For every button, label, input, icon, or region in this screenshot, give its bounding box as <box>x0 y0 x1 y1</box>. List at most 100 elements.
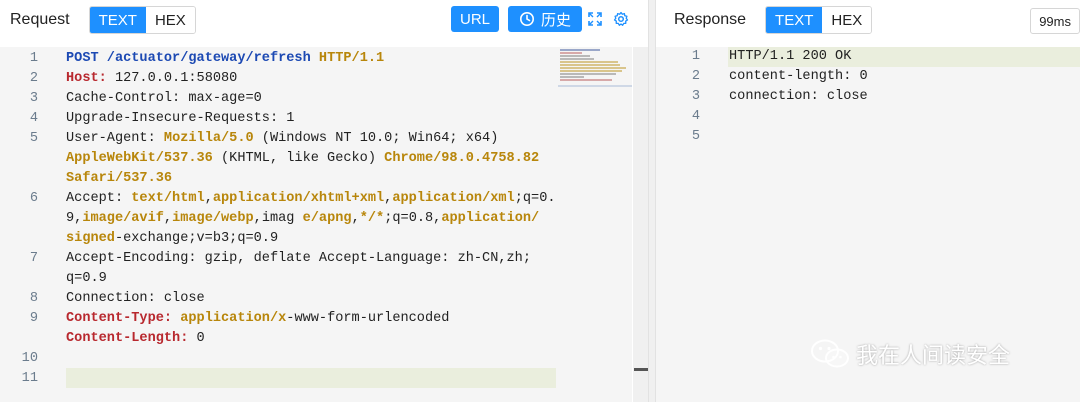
code-line: User-Agent: Mozilla/5.0 (Windows NT 10.0… <box>66 129 498 149</box>
line-number: 7 <box>29 251 38 266</box>
code-token: Cache-Control: max-age=0 <box>66 91 262 106</box>
response-hex-tab[interactable]: HEX <box>822 7 872 33</box>
code-line: q=0.9 <box>66 269 107 289</box>
code-token: ,imag <box>253 211 303 226</box>
code-token: 0 <box>188 331 205 346</box>
code-token: /actuator/gateway/refresh <box>106 51 319 66</box>
code-token: Content-Type: <box>66 311 181 326</box>
code-token: application/xml <box>392 191 515 206</box>
line-number <box>0 209 38 229</box>
request-scrollbar[interactable] <box>633 47 648 402</box>
line-number <box>0 269 38 289</box>
code-line: content-length: 0 <box>729 69 868 84</box>
line-number: 2 <box>29 71 38 86</box>
code-token: */* <box>359 211 385 226</box>
response-title: Response <box>674 11 747 28</box>
code-token: Host: <box>66 71 107 86</box>
code-token: text/html <box>131 191 205 206</box>
line-number <box>0 229 38 249</box>
request-panel: Request TEXT HEX URL 历史 1 POST /actuator… <box>0 0 648 402</box>
code-line: Connection: close <box>66 289 205 309</box>
code-token: Connection: close <box>66 291 205 306</box>
code-token: ;q=0.8, <box>384 211 442 226</box>
wechat-icon <box>811 339 849 368</box>
code-token: 9, <box>66 211 83 226</box>
line-number <box>0 329 38 349</box>
request-hex-tab[interactable]: HEX <box>145 7 195 33</box>
response-timing-badge: 99ms <box>1030 8 1080 34</box>
code-token: Chrome/98.0.4758.82 <box>384 151 540 166</box>
current-line-highlight <box>66 368 556 388</box>
watermark-text: 我在人间读安全 <box>856 343 1011 368</box>
clock-icon <box>519 12 534 26</box>
code-line: Accept-Encoding: gzip, deflate Accept-La… <box>66 249 531 269</box>
code-token: Safari/537.36 <box>66 171 173 186</box>
code-token: ;q=0. <box>514 191 556 206</box>
code-line: 9,image/avif,image/webp,imag e/apng,*/*;… <box>66 209 539 229</box>
code-token: Mozilla/5.0 <box>163 131 254 146</box>
code-token: application/xhtml+xml <box>212 191 385 206</box>
line-number: 8 <box>29 291 38 306</box>
code-token: application/x <box>180 311 287 326</box>
code-line: Upgrade-Insecure-Requests: 1 <box>66 109 294 129</box>
code-line: Host: 127.0.0.1:58080 <box>66 69 237 89</box>
url-button[interactable]: URL <box>451 6 499 32</box>
code-token: , <box>163 211 173 226</box>
request-text-tab[interactable]: TEXT <box>89 7 146 33</box>
code-token: Content-Length: <box>66 331 189 346</box>
code-token: image/webp <box>172 211 254 226</box>
code-token: HTTP/1.1 <box>318 51 385 66</box>
gear-icon[interactable] <box>612 10 630 28</box>
history-button[interactable]: 历史 <box>508 6 582 32</box>
code-line: HTTP/1.1 200 OK <box>729 49 852 64</box>
code-token: 127.0.0.1:58080 <box>106 71 238 86</box>
code-line: Safari/537.36 <box>66 169 172 189</box>
line-number: 11 <box>21 371 38 386</box>
code-token: -exchange;v=b3;q=0.9 <box>114 231 279 246</box>
code-line: POST /actuator/gateway/refresh HTTP/1.1 <box>66 49 384 69</box>
line-number: 4 <box>29 111 38 126</box>
response-mode-toggle: TEXT HEX <box>765 6 873 34</box>
request-editor[interactable]: 1 POST /actuator/gateway/refresh HTTP/1.1… <box>0 47 632 402</box>
code-line: connection: close <box>729 89 868 104</box>
minimap[interactable] <box>558 49 632 91</box>
line-number: 1 <box>29 51 38 66</box>
code-token: User-Agent: <box>66 131 164 146</box>
code-token: application/ <box>441 211 540 226</box>
code-token: e/apng <box>302 211 352 226</box>
code-token: signed <box>66 231 115 246</box>
line-number: 1 <box>691 49 700 64</box>
code-line: Accept: text/html,application/xhtml+xml,… <box>66 189 556 209</box>
line-number: 5 <box>29 131 38 146</box>
code-token: image/avif <box>82 211 164 226</box>
expand-icon[interactable] <box>586 10 604 28</box>
line-number: 2 <box>691 69 700 84</box>
code-token: (KHTML, like Gecko) <box>212 151 385 166</box>
code-line: signed-exchange;v=b3;q=0.9 <box>66 229 278 249</box>
code-token: AppleWebKit/537.36 <box>66 151 213 166</box>
line-number: 5 <box>691 129 700 144</box>
scrollbar-thumb[interactable] <box>634 368 648 371</box>
line-number <box>0 149 38 169</box>
line-number: 3 <box>691 89 700 104</box>
request-mode-toggle: TEXT HEX <box>88 6 196 34</box>
watermark: 我在人间读安全 <box>810 338 1010 370</box>
line-number: 9 <box>29 311 38 326</box>
line-number <box>0 169 38 189</box>
code-line: Content-Type: application/x-www-form-url… <box>66 309 449 329</box>
code-token: , <box>204 191 213 206</box>
response-text-tab[interactable]: TEXT <box>766 7 823 33</box>
line-number: 4 <box>691 109 700 124</box>
line-number: 10 <box>21 351 38 366</box>
code-token: Accept: <box>66 191 132 206</box>
response-toolbar: Response TEXT HEX <box>656 0 1080 40</box>
request-title: Request <box>10 11 70 28</box>
code-line: AppleWebKit/537.36 (KHTML, like Gecko) C… <box>66 149 539 169</box>
panel-divider[interactable] <box>648 0 656 402</box>
code-token: (Windows NT 10.0; Win64; x64) <box>253 131 499 146</box>
code-token: , <box>351 211 360 226</box>
code-token: Upgrade-Insecure-Requests: 1 <box>66 111 295 126</box>
code-line: Content-Length: 0 <box>66 329 205 349</box>
line-number: 3 <box>29 91 38 106</box>
history-label: 历史 <box>540 11 571 29</box>
